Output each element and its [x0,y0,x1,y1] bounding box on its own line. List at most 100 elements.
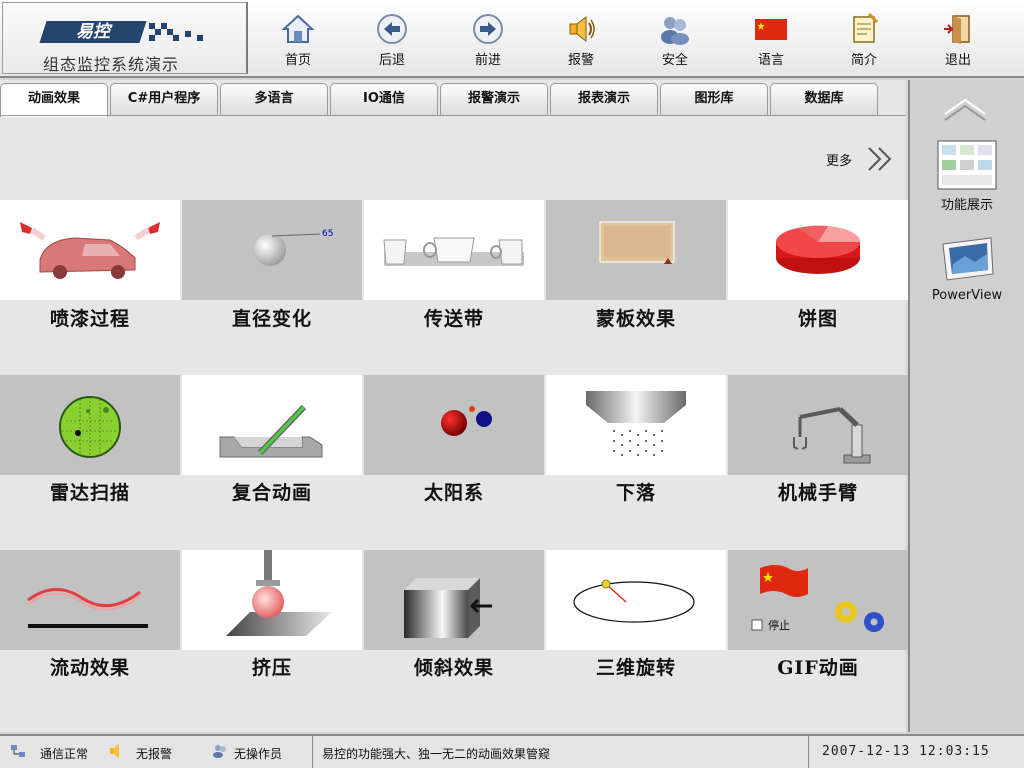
operator-status: 无操作员 [234,747,283,761]
logo-checker-pattern [149,23,209,43]
sidebar-item-label: 功能展示 [940,198,993,213]
tab-multi-language[interactable]: 多语言 [220,83,328,115]
feature-showcase-icon [937,140,997,190]
stop-checkbox[interactable] [751,619,763,631]
diameter-thumbnail: 65 [254,229,333,266]
mask-thumbnail [599,221,675,264]
tile-diameter-change[interactable]: 65 [182,200,362,300]
status-bar: 通信正常 无报警 无操作员 易控的功能强大、独一无二的动画效果管窥 2007-1… [0,734,1024,768]
tile-caption: 传送带 [423,308,484,330]
sidebar-item-powerview[interactable]: PowerView [910,234,1024,303]
tab-database[interactable]: 数据库 [770,83,878,115]
china-flag-icon [755,19,787,40]
main-content: 动画效果 C#用户程序 多语言 IO通信 报警演示 报表演示 图形库 数据库 更… [0,80,908,732]
tile-row: 停止 [0,550,908,650]
flow-thumbnail [27,588,148,628]
tile-row: 65 [0,200,908,300]
tile-caption: 饼图 [797,308,838,330]
app-title: 组态监控系统演示 [43,55,180,74]
users-icon [661,17,689,45]
sidebar-item-label: PowerView [931,288,1003,303]
double-chevron-right-icon[interactable] [866,144,896,174]
tile-squeeze[interactable] [182,550,362,650]
right-sidebar: 功能展示 PowerView [908,80,1024,732]
tile-radar-scan[interactable] [0,375,180,475]
exit-door-icon [944,15,970,44]
tile-mask-effect[interactable] [546,200,726,300]
nav-security-button[interactable]: 安全 [640,12,710,70]
tile-composite-animation[interactable] [182,375,362,475]
tab-animation-effects[interactable]: 动画效果 [0,83,108,117]
radar-thumbnail [59,396,121,458]
robot-arm-thumbnail [793,407,871,464]
sidebar-item-feature-showcase[interactable]: 功能展示 [910,140,1024,213]
tile-caption: 下落 [615,482,656,504]
clock: 2007-12-13 12:03:15 [822,744,990,759]
nav-forward-button[interactable]: 前进 [453,12,523,70]
tile-pie-chart[interactable] [728,200,908,300]
tile-spray-painting[interactable] [0,200,180,300]
back-icon [377,14,407,44]
nav-alarm-button[interactable]: 报警 [546,12,616,70]
nav-language-button[interactable]: 语言 [736,12,806,70]
diameter-value-label: 65 [322,229,333,239]
scroll-up-chevron-icon[interactable] [940,94,990,124]
falling-thumbnail [586,391,686,456]
nav-home-button[interactable]: 首页 [263,12,333,70]
tile-caption: 太阳系 [423,482,484,504]
squeeze-thumbnail [226,550,332,636]
tile-caption: 倾斜效果 [413,657,494,679]
tile-tilt-effect[interactable] [364,550,544,650]
blue-gear-icon [864,612,884,632]
tab-report-demo[interactable]: 报表演示 [550,83,658,115]
tile-robot-arm[interactable] [728,375,908,475]
tile-caption: 挤压 [251,657,292,679]
tile-caption: 蒙板效果 [595,308,676,330]
rotation-3d-thumbnail [573,579,695,623]
conveyor-cups-thumbnail [383,237,524,266]
tile-caption: 喷漆过程 [49,308,130,330]
solar-system-thumbnail [441,406,492,436]
more-link[interactable]: 更多 [826,150,852,169]
tile-caption: 流动效果 [49,657,130,679]
tab-divider [0,115,906,116]
logo-badge: 易控 [39,21,147,43]
intro-icon [853,12,879,43]
tile-caption: 复合动画 [231,482,312,504]
tab-bar: 动画效果 C#用户程序 多语言 IO通信 报警演示 报表演示 图形库 数据库 [0,80,906,117]
tab-graphics-library[interactable]: 图形库 [660,83,768,115]
comm-status: 通信正常 [40,747,89,761]
pie-chart-thumbnail [776,225,861,274]
tab-io-communication[interactable]: IO通信 [330,83,438,115]
status-divider [808,736,809,768]
yellow-gear-icon [835,601,857,623]
gif-thumbnail: 停止 [751,565,884,632]
alarm-speaker-icon [569,15,595,43]
tile-conveyor[interactable] [364,200,544,300]
tile-gif-animation[interactable]: 停止 [728,550,908,650]
tab-alarm-demo[interactable]: 报警演示 [440,83,548,115]
tile-falling[interactable] [546,375,726,475]
nav-exit-button[interactable]: 退出 [923,12,993,70]
forward-icon [473,14,503,44]
tab-csharp-user-program[interactable]: C#用户程序 [110,83,218,115]
tile-flow-effect[interactable] [0,550,180,650]
composite-animation-thumbnail [219,404,323,458]
car-spray-thumbnail [20,222,160,279]
nav-back-button[interactable]: 后退 [357,12,427,70]
tile-caption: 直径变化 [231,308,312,330]
status-message: 易控的功能强大、独一无二的动画效果管窥 [322,747,551,761]
alarm-speaker-icon [110,744,119,758]
network-icon [11,745,25,757]
tile-caption: 三维旋转 [595,657,676,679]
top-toolbar: 易控 组态监控系统演示 首页 后退 前进 报警 安全 语言 简介 退出 [0,0,1024,78]
tile-solar-system[interactable] [364,375,544,475]
tile-caption: 雷达扫描 [49,482,130,504]
tile-3d-rotation[interactable] [546,550,726,650]
tilt-thumbnail [404,578,492,638]
home-icon [281,14,315,43]
app-logo: 易控 组态监控系统演示 [2,2,248,74]
tile-row [0,375,908,475]
nav-intro-button[interactable]: 简介 [829,12,899,70]
tile-caption: GIF动画 [777,657,859,679]
